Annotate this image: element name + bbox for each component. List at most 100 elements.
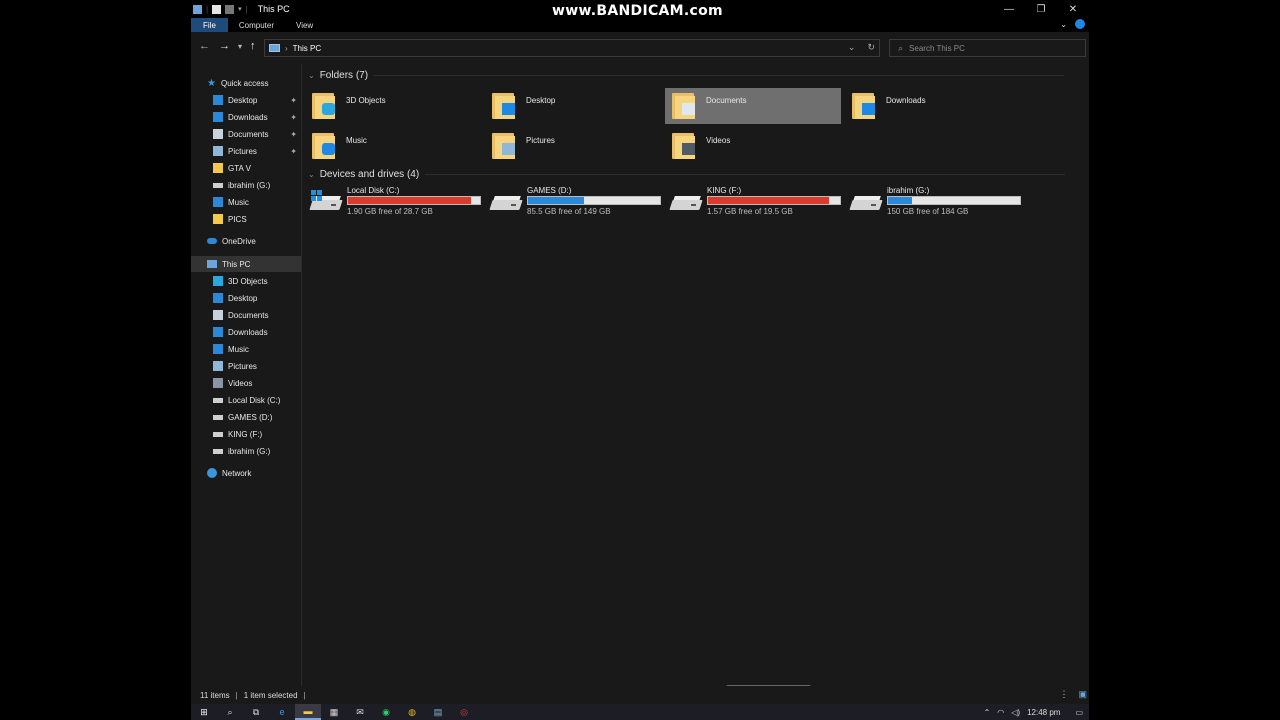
customize-toolbar-icon[interactable]: ▾ xyxy=(238,5,242,13)
notepad-icon[interactable]: ▤ xyxy=(425,704,451,720)
nav-this-pc-item-10[interactable]: ibrahim (G:) xyxy=(191,443,301,459)
details-view-icon[interactable]: ⋮ xyxy=(1059,689,1068,700)
folder-tile[interactable]: Documents xyxy=(665,88,841,124)
nav-quick-access-item-4[interactable]: GTA V xyxy=(191,160,301,176)
record-icon[interactable]: ◎ xyxy=(451,704,477,720)
drive-usage-fill xyxy=(528,197,585,204)
nav-quick-access-item-1[interactable]: Downloads ✦ xyxy=(191,109,301,125)
nav-this-pc[interactable]: This PC xyxy=(191,256,301,272)
folder-tile[interactable]: Pictures xyxy=(485,128,661,164)
nav-this-pc-item-2[interactable]: Documents xyxy=(191,307,301,323)
bandicam-watermark: www.BANDICAM.com xyxy=(552,3,723,19)
cloud-icon xyxy=(207,238,217,244)
nav-quick-access-item-5[interactable]: ibrahim (G:) xyxy=(191,177,301,193)
drive-icon xyxy=(213,414,223,420)
chrome-icon[interactable]: ◍ xyxy=(399,704,425,720)
nav-this-pc-item-3[interactable]: Downloads xyxy=(191,324,301,340)
edge-icon[interactable]: e xyxy=(269,704,295,720)
nav-this-pc-item-9[interactable]: KING (F:) xyxy=(191,426,301,442)
nav-this-pc-item-6[interactable]: Videos xyxy=(191,375,301,391)
nav-label: Desktop xyxy=(228,293,258,303)
wifi-icon[interactable]: ◠ xyxy=(997,708,1004,717)
forward-arrow-icon[interactable]: → xyxy=(219,40,230,52)
volume-icon[interactable]: ◁) xyxy=(1011,708,1020,717)
drive-usage-bar xyxy=(347,196,481,205)
pin-icon[interactable]: ✦ xyxy=(290,96,297,105)
nav-label: Network xyxy=(222,468,252,478)
notifications-icon[interactable]: ▭ xyxy=(1075,708,1083,717)
drive-icon xyxy=(669,196,703,210)
tab-view[interactable]: View xyxy=(285,18,324,32)
whatsapp-icon[interactable]: ◉ xyxy=(373,704,399,720)
nav-this-pc-item-1[interactable]: Desktop xyxy=(191,290,301,306)
help-icon[interactable] xyxy=(1075,19,1085,29)
properties-icon[interactable] xyxy=(212,4,222,14)
back-arrow-icon[interactable]: ← xyxy=(199,40,210,52)
tab-computer[interactable]: Computer xyxy=(228,18,285,32)
address-bar[interactable]: › This PC ⌄ ↻ xyxy=(264,39,880,57)
refresh-icon[interactable]: ↻ xyxy=(867,42,875,53)
tab-file[interactable]: File xyxy=(191,18,228,32)
folder-tile[interactable]: Desktop xyxy=(485,88,661,124)
chevron-right-icon[interactable]: › xyxy=(285,44,288,53)
drive-tile[interactable]: KING (F:) 1.57 GB free of 19.5 GB xyxy=(665,186,841,220)
recent-locations-icon[interactable]: ▾ xyxy=(238,42,242,51)
item-count: 11 items xyxy=(200,690,230,700)
nav-network[interactable]: Network xyxy=(191,465,301,481)
restore-button[interactable]: ❐ xyxy=(1025,0,1057,18)
folder-tile[interactable]: Music xyxy=(305,128,481,164)
drive-tile[interactable]: ibrahim (G:) 150 GB free of 184 GB xyxy=(845,186,1021,220)
folder-tile[interactable]: Downloads xyxy=(845,88,1021,124)
nav-quick-access-item-3[interactable]: Pictures ✦ xyxy=(191,143,301,159)
nav-quick-access-item-2[interactable]: Documents ✦ xyxy=(191,126,301,142)
title-bar: | ▾ | This PC www.BANDICAM.com — ❐ ✕ xyxy=(191,0,1089,19)
nav-this-pc-item-0[interactable]: 3D Objects xyxy=(191,273,301,289)
nav-this-pc-item-7[interactable]: Local Disk (C:) xyxy=(191,392,301,408)
store-icon[interactable]: ▦ xyxy=(321,704,347,720)
breadcrumb[interactable]: This PC xyxy=(293,44,321,53)
pin-icon[interactable]: ✦ xyxy=(290,147,297,156)
chevron-down-icon[interactable]: ⌄ xyxy=(848,42,856,53)
cube-icon xyxy=(322,103,335,115)
drive-icon xyxy=(309,190,343,210)
up-arrow-icon[interactable]: ↑ xyxy=(250,40,256,52)
nav-label: Downloads xyxy=(228,327,268,337)
nav-quick-access-item-7[interactable]: PICS xyxy=(191,211,301,227)
search-icon[interactable]: ⌕ xyxy=(217,704,243,720)
task-view-icon[interactable]: ⧉ xyxy=(243,704,269,720)
folders-heading[interactable]: ⌄ Folders (7) xyxy=(308,70,1065,81)
drive-tile[interactable]: Local Disk (C:) 1.90 GB free of 28.7 GB xyxy=(305,186,481,220)
drive-tile[interactable]: GAMES (D:) 85.5 GB free of 149 GB xyxy=(485,186,661,220)
pin-icon[interactable]: ✦ xyxy=(290,130,297,139)
chevron-up-icon[interactable]: ⌃ xyxy=(984,708,991,717)
folder-tile[interactable]: 3D Objects xyxy=(305,88,481,124)
devices-heading[interactable]: ⌄ Devices and drives (4) xyxy=(308,169,1066,180)
minimize-button[interactable]: — xyxy=(993,0,1025,18)
nav-label: GTA V xyxy=(228,163,251,173)
drive-free-space: 150 GB free of 184 GB xyxy=(887,207,969,216)
folder-icon xyxy=(672,131,696,159)
nav-onedrive[interactable]: OneDrive xyxy=(191,233,301,249)
nav-quick-access-item-6[interactable]: Music xyxy=(191,194,301,210)
nav-this-pc-item-4[interactable]: Music xyxy=(191,341,301,357)
clock[interactable]: 12:48 pm xyxy=(1027,708,1060,717)
windows-start-icon[interactable]: ⊞ xyxy=(191,704,217,720)
nav-this-pc-item-5[interactable]: Pictures xyxy=(191,358,301,374)
nav-quick-access-item-0[interactable]: Desktop ✦ xyxy=(191,92,301,108)
search-input[interactable]: ⌕ Search This PC xyxy=(889,39,1086,57)
new-folder-icon[interactable] xyxy=(225,4,235,14)
nav-this-pc-item-8[interactable]: GAMES (D:) xyxy=(191,409,301,425)
pin-icon[interactable]: ✦ xyxy=(290,113,297,122)
nav-label: Pictures xyxy=(228,146,257,156)
mail-icon[interactable]: ✉ xyxy=(347,704,373,720)
close-button[interactable]: ✕ xyxy=(1057,0,1089,18)
nav-quick-access[interactable]: ★ Quick access xyxy=(191,75,301,91)
pc-icon xyxy=(269,44,280,52)
drive-icon xyxy=(213,397,223,403)
large-icons-view-icon[interactable]: ▣ xyxy=(1078,689,1087,700)
folder-tile[interactable]: Videos xyxy=(665,128,841,164)
file-explorer-icon[interactable]: ▬ xyxy=(295,704,321,720)
expand-ribbon-icon[interactable]: ⌄ xyxy=(1060,20,1067,29)
selection-count: 1 item selected xyxy=(243,690,298,700)
arrow-icon xyxy=(862,103,875,115)
